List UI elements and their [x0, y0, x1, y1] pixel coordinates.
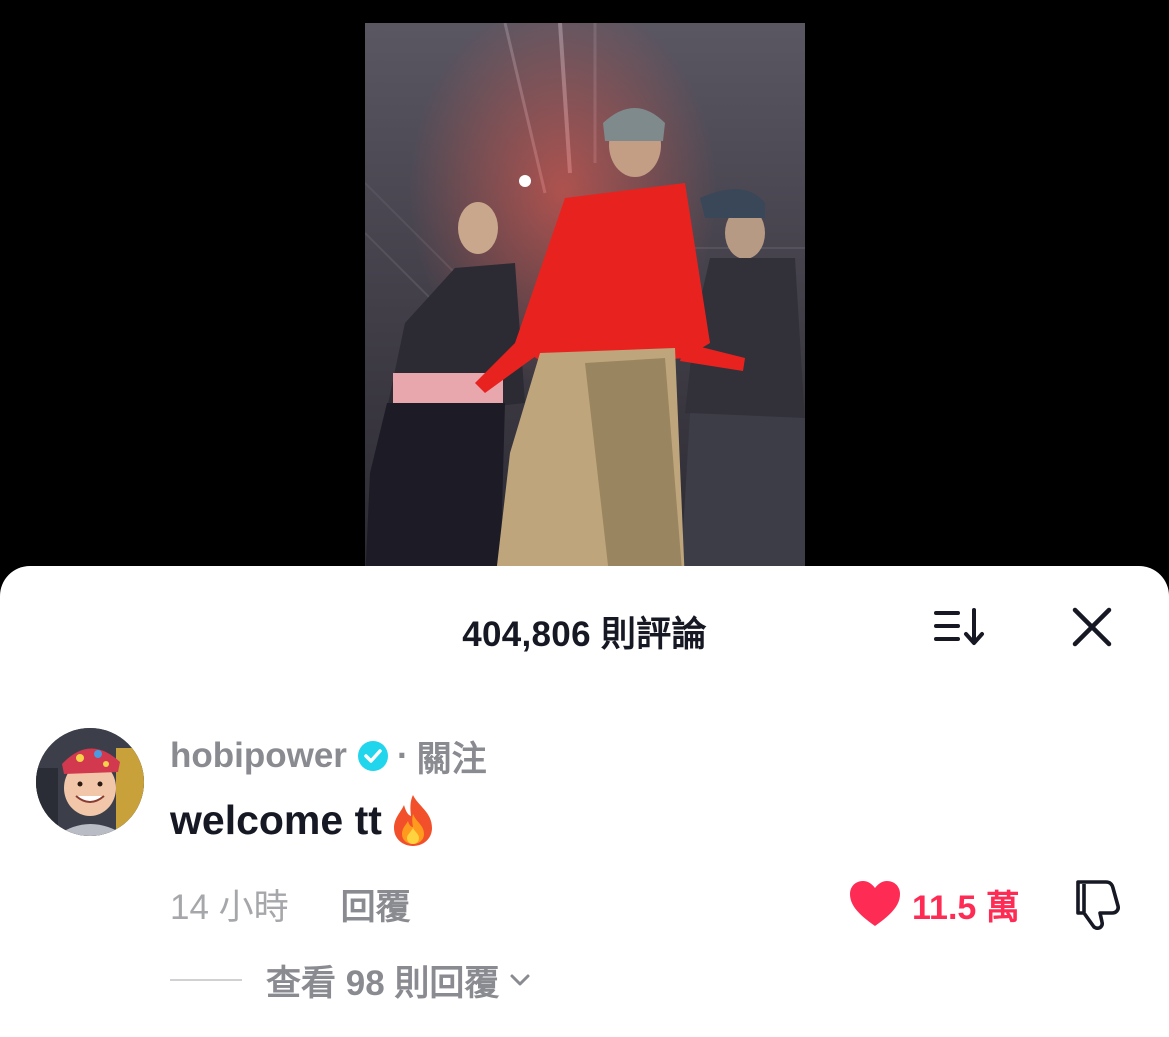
comment-body: welcome tt: [170, 792, 438, 848]
sort-button[interactable]: [930, 604, 990, 650]
dislike-button[interactable]: [1068, 876, 1126, 932]
fire-icon: [393, 795, 432, 846]
video-frame: [365, 23, 805, 583]
like-button[interactable]: 11.5 萬: [848, 878, 1020, 930]
close-button[interactable]: [1066, 604, 1118, 650]
comment-text: welcome tt: [170, 796, 382, 843]
thumbs-down-icon: [1076, 880, 1120, 930]
view-replies-button[interactable]: 查看 98 則回覆: [170, 956, 535, 1004]
comments-count-title: 404,806 則評論: [462, 615, 707, 654]
comments-sheet: 404,806 則評論 hobipower · 關注 welcome tt 14…: [0, 566, 1169, 1037]
chevron-down-icon: [510, 974, 530, 986]
avatar[interactable]: [36, 728, 144, 836]
screen: 404,806 則評論 hobipower · 關注 welcome tt 14…: [0, 0, 1169, 1037]
like-count: 11.5 萬: [912, 888, 1020, 927]
comment-username[interactable]: hobipower: [170, 736, 347, 776]
separator-dot: ·: [396, 736, 409, 775]
reply-button[interactable]: 回覆: [341, 879, 411, 930]
replies-divider: [170, 979, 242, 981]
comment-meta: 14 小時 回覆: [170, 882, 411, 927]
video-player[interactable]: [365, 23, 805, 583]
comment-time: 14 小時: [170, 887, 289, 927]
heart-icon: [850, 881, 900, 926]
verified-badge-icon: [357, 741, 388, 771]
comment-header: hobipower · 關注: [170, 734, 487, 779]
close-icon: [1072, 607, 1112, 647]
avatar-image: [36, 728, 144, 836]
follow-button[interactable]: 關注: [417, 731, 487, 782]
view-replies-label: 查看 98 則回覆: [266, 963, 500, 1003]
sort-icon: [934, 608, 984, 645]
